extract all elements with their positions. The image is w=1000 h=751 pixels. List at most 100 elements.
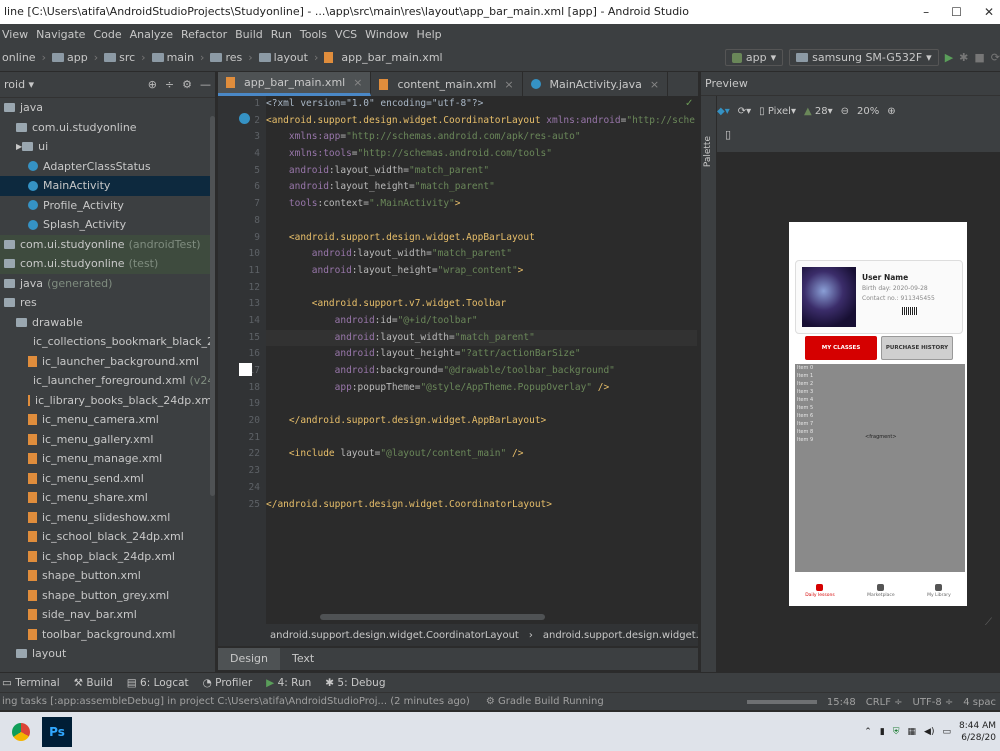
tree-item[interactable]: side_nav_bar.xml	[0, 605, 215, 625]
crumb-layout[interactable]: layout	[258, 51, 308, 64]
volume-icon[interactable]: ◀)	[924, 727, 934, 737]
tree-item[interactable]: ic_menu_gallery.xml	[0, 430, 215, 450]
device-selector[interactable]: samsung SM-G532F ▾	[789, 49, 939, 66]
battery-icon[interactable]: ▮	[880, 727, 885, 737]
project-scrollbar[interactable]	[210, 116, 215, 496]
tree-item[interactable]: ic_launcher_background.xml	[0, 352, 215, 372]
line-separator[interactable]: CRLF ÷	[866, 697, 903, 708]
menu-run[interactable]: Run	[271, 28, 292, 41]
tree-item[interactable]: com.ui.studyonline	[0, 118, 215, 138]
menu-tools[interactable]: Tools	[300, 28, 327, 41]
collapse-icon[interactable]: ÷	[165, 78, 174, 91]
tree-item[interactable]: ic_school_black_24dp.xml	[0, 527, 215, 547]
module-selector[interactable]: app ▾	[724, 49, 784, 66]
crumb-main[interactable]: main	[151, 51, 194, 64]
tree-item[interactable]: Profile_Activity	[0, 196, 215, 216]
maximize-button[interactable]: ☐	[951, 0, 962, 24]
crumb-project[interactable]: online	[2, 51, 36, 64]
minimize-button[interactable]: –	[923, 0, 929, 24]
tab-design[interactable]: Design	[218, 648, 280, 670]
tree-item[interactable]: com.ui.studyonline (androidTest)	[0, 234, 215, 254]
tool-terminal[interactable]: ▭ Terminal	[2, 677, 60, 689]
purchase-history-button[interactable]: PURCHASE HISTORY	[881, 336, 953, 360]
tree-item[interactable]: toolbar_background.xml	[0, 625, 215, 645]
menu-vcs[interactable]: VCS	[335, 28, 357, 41]
tree-item[interactable]: com.ui.studyonline (test)	[0, 254, 215, 274]
menu-view[interactable]: View	[2, 28, 28, 41]
palette-tab[interactable]: Palette	[703, 136, 713, 167]
crumb-file[interactable]: app_bar_main.xml	[324, 51, 443, 64]
nav-my-library[interactable]: My Library	[927, 584, 951, 598]
tree-item[interactable]: java	[0, 98, 215, 118]
tree-item[interactable]: ic_menu_camera.xml	[0, 410, 215, 430]
crumb-src[interactable]: src	[104, 51, 135, 64]
tab-content-main[interactable]: content_main.xml ×	[371, 72, 523, 96]
device-picker[interactable]: ▯ Pixel▾	[759, 106, 796, 117]
my-classes-button[interactable]: MY CLASSES	[805, 336, 877, 360]
menu-refactor[interactable]: Refactor	[181, 28, 227, 41]
cursor-position[interactable]: 15:48	[827, 697, 856, 708]
tree-item[interactable]: res	[0, 293, 215, 313]
tree-item[interactable]: ic_menu_slideshow.xml	[0, 508, 215, 528]
network-icon[interactable]: ▦	[908, 727, 917, 737]
menu-window[interactable]: Window	[365, 28, 408, 41]
tab-text[interactable]: Text	[280, 648, 326, 670]
tab-app-bar-main[interactable]: app_bar_main.xml ×	[218, 72, 372, 96]
tree-item[interactable]: drawable	[0, 313, 215, 333]
sync-icon[interactable]: ⟳	[991, 51, 1000, 64]
tree-item[interactable]: Splash_Activity	[0, 215, 215, 235]
tool-debug[interactable]: ✱ 5: Debug	[325, 677, 385, 689]
tree-item[interactable]: ic_shop_black_24dp.xml	[0, 547, 215, 567]
tree-item[interactable]: ic_menu_share.xml	[0, 488, 215, 508]
language-icon[interactable]: ▭	[942, 727, 951, 737]
tree-item[interactable]: layout	[0, 644, 215, 664]
activity-icon[interactable]	[239, 113, 250, 124]
tree-item[interactable]: ▶ ui	[0, 137, 215, 157]
tree-item[interactable]: MainActivity	[0, 176, 215, 196]
tree-item[interactable]: ic_menu_manage.xml	[0, 449, 215, 469]
tool-profiler[interactable]: ◔ Profiler	[203, 677, 252, 689]
menu-navigate[interactable]: Navigate	[36, 28, 85, 41]
nav-marketplace[interactable]: Marketplace	[867, 584, 895, 598]
tab-main-activity[interactable]: MainActivity.java ×	[523, 72, 669, 96]
close-button[interactable]: ✕	[984, 0, 994, 24]
nav-daily-lessons[interactable]: Daily lessons	[805, 584, 835, 598]
code-editor[interactable]: <?xml version="1.0" encoding="utf-8"?> <a…	[266, 96, 697, 624]
shield-icon[interactable]: ⛨	[893, 727, 900, 737]
tool-build[interactable]: ⚒ Build	[74, 677, 113, 689]
api-picker[interactable]: ▲ 28▾	[804, 106, 833, 117]
crumb-res[interactable]: res	[210, 51, 242, 64]
zoom-out-icon[interactable]: ⊖	[841, 106, 849, 117]
zoom-in-icon[interactable]: ⊕	[887, 106, 895, 117]
menu-analyze[interactable]: Analyze	[130, 28, 173, 41]
photoshop-icon[interactable]: Ps	[42, 716, 72, 747]
tree-item[interactable]: shape_button.xml	[0, 566, 215, 586]
crumb-app[interactable]: app	[51, 51, 88, 64]
device-frame-icon[interactable]: ▯	[725, 128, 731, 141]
resize-handle-icon[interactable]: ⟋	[985, 617, 992, 628]
clock[interactable]: 8:44 AM 6/28/20	[959, 720, 996, 744]
project-view-selector[interactable]: roid ▾	[4, 78, 140, 91]
code-scrollbar[interactable]	[320, 614, 545, 620]
chrome-icon[interactable]	[6, 717, 36, 747]
layers-icon[interactable]: ◆▾	[717, 106, 730, 117]
gear-icon[interactable]: ⚙	[182, 78, 192, 91]
tool-logcat[interactable]: ▤ 6: Logcat	[127, 677, 189, 689]
tool-run[interactable]: ▶ 4: Run	[266, 677, 311, 689]
tree-item[interactable]: java (generated)	[0, 274, 215, 294]
color-swatch-icon[interactable]	[239, 363, 252, 376]
stop-icon[interactable]: ■	[974, 51, 984, 64]
tree-item[interactable]: ic_library_books_black_24dp.xml	[0, 391, 215, 411]
menu-build[interactable]: Build	[235, 28, 263, 41]
menu-help[interactable]: Help	[417, 28, 442, 41]
breadcrumb-appbar[interactable]: android.support.design.widget.AppBarLayo…	[543, 630, 698, 641]
target-icon[interactable]: ⊕	[148, 78, 157, 91]
tree-item[interactable]: ic_launcher_foreground.xml (v24)	[0, 371, 215, 391]
debug-icon[interactable]: ✱	[959, 51, 968, 64]
menu-code[interactable]: Code	[93, 28, 121, 41]
run-icon[interactable]: ▶	[945, 51, 953, 64]
tree-item[interactable]: ic_collections_bookmark_black_24dp.xml	[0, 332, 215, 352]
breadcrumb-coordinator[interactable]: android.support.design.widget.Coordinato…	[270, 630, 519, 641]
close-icon[interactable]: ×	[504, 78, 513, 91]
close-icon[interactable]: ×	[650, 78, 659, 91]
